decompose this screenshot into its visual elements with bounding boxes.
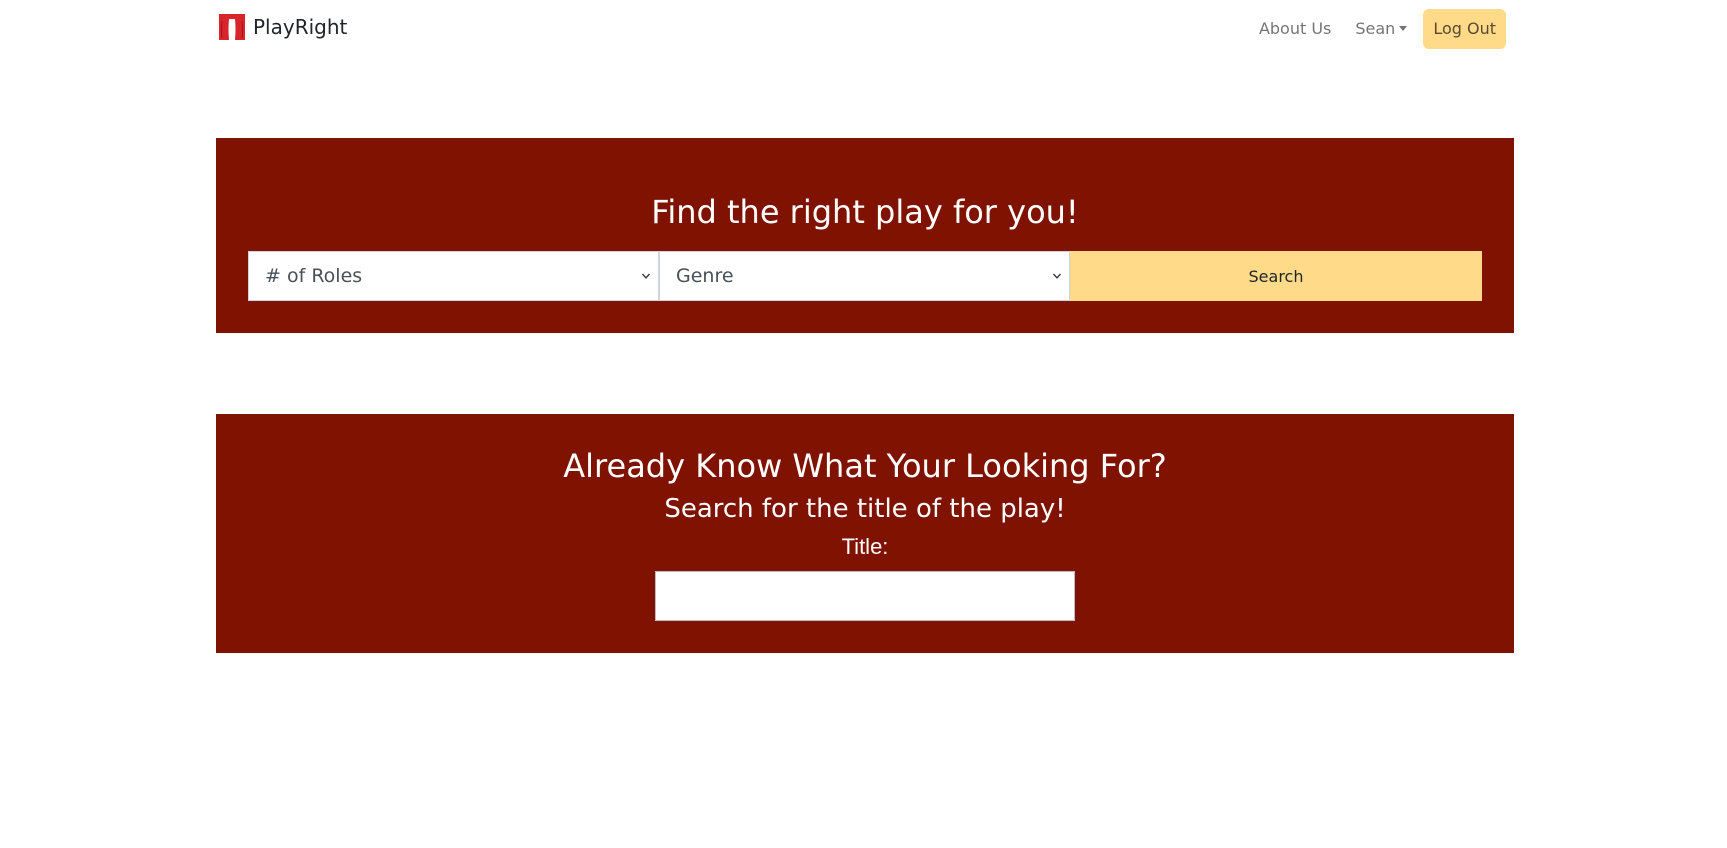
user-menu-label: Sean [1355,19,1396,38]
top-navbar: PlayRight About Us Sean Log Out [0,0,1727,60]
brand-name: PlayRight [253,15,348,39]
title-label: Title: [841,534,889,559]
user-menu-dropdown[interactable]: Sean [1343,11,1419,47]
title-search-heading: Already Know What Your Looking For? [563,447,1167,485]
title-search-subheading: Search for the title of the play! [664,494,1066,524]
chevron-down-icon [1052,273,1062,279]
search-button[interactable]: Search [1070,251,1482,301]
chevron-down-icon [641,273,651,279]
nav-links: About Us Sean Log Out [1247,8,1506,50]
about-us-link[interactable]: About Us [1247,11,1343,47]
finder-heading: Find the right play for you! [651,193,1079,231]
theater-curtain-icon [219,14,245,40]
filter-row: # of Roles Genre Search [248,251,1482,301]
title-search-panel: Already Know What Your Looking For? Sear… [216,414,1514,653]
genre-select-value: Genre [676,265,734,287]
roles-select-value: # of Roles [265,265,363,287]
brand-link[interactable]: PlayRight [219,14,347,40]
play-finder-panel: Find the right play for you! # of Roles … [216,138,1514,333]
title-input[interactable] [655,571,1075,621]
log-out-button[interactable]: Log Out [1423,9,1506,49]
caret-down-icon [1399,26,1408,31]
genre-select[interactable]: Genre [659,251,1070,301]
roles-select[interactable]: # of Roles [248,251,659,301]
